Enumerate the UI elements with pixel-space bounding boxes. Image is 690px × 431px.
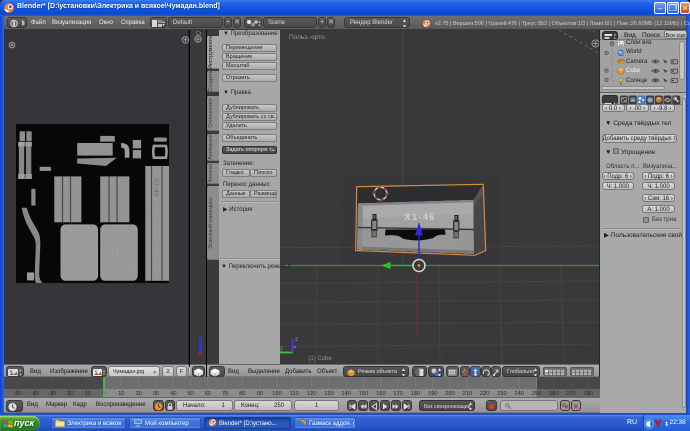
svg-text:y: y	[280, 346, 283, 352]
svg-text:z: z	[295, 337, 298, 343]
svg-text:X1-46: X1-46	[152, 178, 159, 197]
svg-text:X1-46: X1-46	[404, 212, 435, 223]
svg-text:Cr: Cr	[196, 31, 202, 37]
svg-text:(1) Cube: (1) Cube	[308, 356, 332, 362]
svg-text:Польз.-орто: Польз.-орто	[289, 34, 325, 41]
